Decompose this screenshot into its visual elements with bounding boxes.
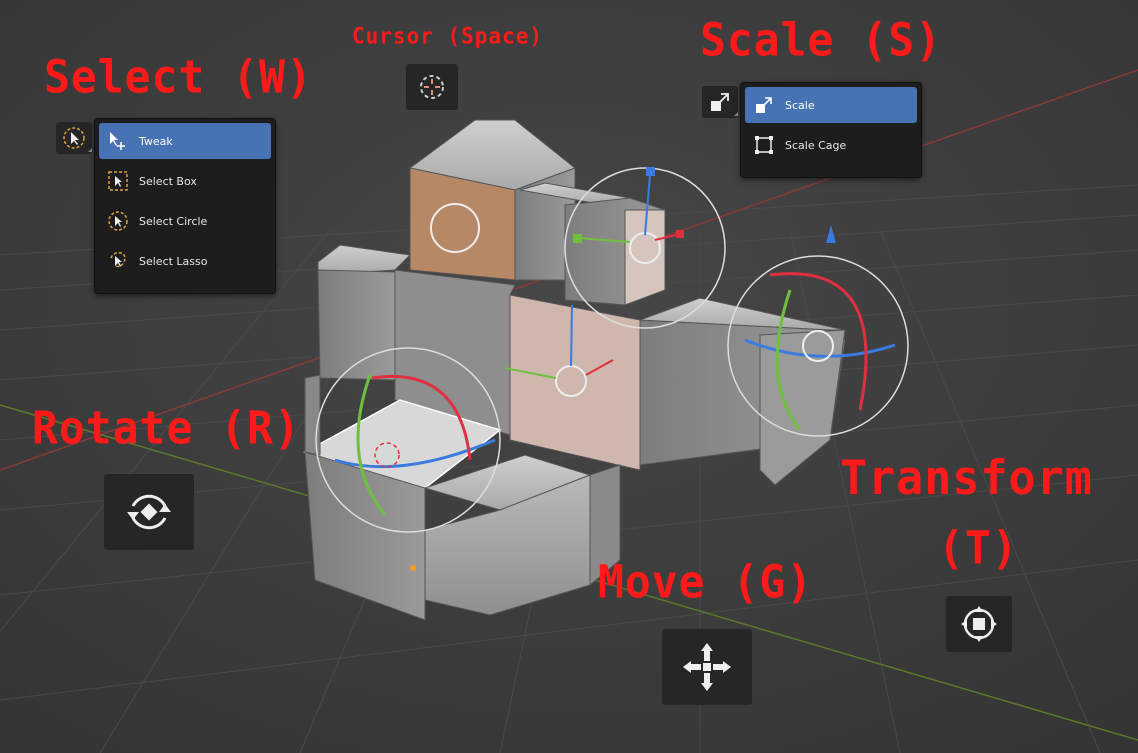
menu-item-label: Select Lasso [139, 254, 208, 268]
cursor-label: Cursor (Space) [352, 23, 544, 49]
menu-item-select-box[interactable]: Select Box [99, 163, 271, 199]
transform-shortcut-label: (T) [938, 522, 1019, 576]
select-tool-corner [88, 148, 92, 152]
scale-tool-button[interactable] [702, 86, 738, 118]
move-label: Move (G) [598, 556, 814, 610]
scale-icon [753, 94, 775, 116]
cursor-tool-button[interactable] [406, 64, 458, 110]
scale-label: Scale (S) [700, 14, 942, 68]
menu-item-label: Scale Cage [785, 138, 847, 152]
menu-item-label: Scale [785, 98, 815, 112]
scale-cage-icon [753, 134, 775, 156]
tweak-icon [107, 130, 129, 152]
menu-item-scale-cage[interactable]: Scale Cage [745, 127, 917, 163]
move-icon [683, 643, 731, 691]
origin-point [410, 565, 416, 571]
menu-item-label: Select Circle [139, 214, 208, 228]
select-lasso-icon [107, 250, 129, 272]
scale-tool-corner [734, 112, 738, 116]
menu-item-label: Select Box [139, 174, 197, 188]
select-label: Select (W) [44, 51, 313, 105]
menu-item-tweak[interactable]: Tweak [99, 123, 271, 159]
menu-item-scale[interactable]: Scale [745, 87, 917, 123]
select-tool-menu: Tweak Select Box Select Circle Select La… [94, 118, 276, 294]
transform-icon [961, 606, 997, 642]
rotate-label: Rotate (R) [32, 402, 301, 456]
scale-tool-menu: Scale Scale Cage [740, 82, 922, 178]
rotate-tool-button[interactable] [104, 474, 194, 550]
scale-icon [711, 93, 729, 111]
transform-label: Transform [840, 449, 1093, 506]
transform-tool-button[interactable] [946, 596, 1012, 652]
rotate-icon [127, 494, 171, 530]
cursor-icon [420, 75, 444, 99]
select-box-icon [107, 170, 129, 192]
move-tool-button[interactable] [662, 629, 752, 705]
menu-item-select-lasso[interactable]: Select Lasso [99, 243, 271, 279]
menu-item-label: Tweak [139, 134, 173, 148]
select-circle-icon [107, 210, 129, 232]
select-tool-button[interactable] [56, 122, 92, 154]
menu-item-select-circle[interactable]: Select Circle [99, 203, 271, 239]
select-circle-icon [63, 127, 85, 149]
